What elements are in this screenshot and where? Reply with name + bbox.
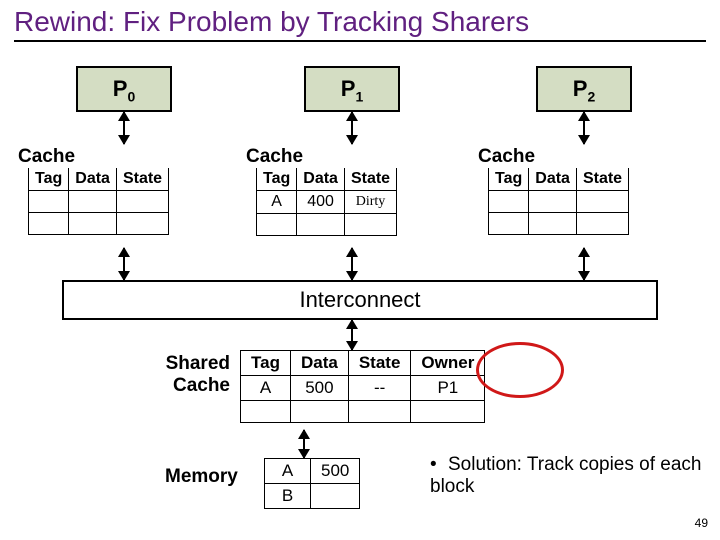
arrow-p0-interconnect (123, 248, 125, 280)
proc-p2-sub: 2 (587, 88, 595, 104)
slide-title: Rewind: Fix Problem by Tracking Sharers (14, 6, 706, 42)
arrow-interconnect-shared (351, 320, 353, 350)
cache-p0-r1-state (116, 213, 168, 235)
cache-p0-r0-state (116, 191, 168, 213)
proc-p1-letter: P (341, 76, 356, 101)
processor-p1: P1 (304, 66, 400, 112)
cache-p2-r0-state (576, 191, 628, 213)
shared-r1-owner (411, 401, 485, 423)
cache-p2-h-state: State (576, 168, 628, 191)
cache-p1-r1-state (344, 214, 396, 236)
cache-p1-r1-tag (257, 214, 297, 236)
highlight-owner-ellipse (476, 342, 564, 398)
cache-p1-r0-data: 400 (297, 191, 345, 214)
cache-p2-r1-tag (489, 213, 529, 235)
shared-cache-label-l1: Shared (166, 353, 230, 374)
shared-h-data: Data (290, 351, 348, 376)
interconnect-bar: Interconnect (62, 280, 658, 320)
shared-cache-label-l2: Cache (173, 375, 230, 396)
mem-r0-addr: A (265, 459, 311, 484)
shared-r0-owner: P1 (411, 376, 485, 401)
cache-p1-h-state: State (344, 168, 396, 191)
arrow-p1-cache (351, 112, 353, 144)
cache-p1-h-tag: Tag (257, 168, 297, 191)
cache-table-p0: TagDataState (28, 168, 169, 235)
cache-p0-h-data: Data (69, 168, 117, 191)
cache-p2-r1-state (576, 213, 628, 235)
bullet-text: Solution: Track copies of each block (430, 454, 701, 497)
processor-p2: P2 (536, 66, 632, 112)
cache-label-p0: Cache (18, 146, 75, 168)
processor-p0: P0 (76, 66, 172, 112)
cache-p1-r0-state: Dirty (344, 191, 396, 214)
arrow-p2-interconnect (583, 248, 585, 280)
cache-p1-r0-tag: A (257, 191, 297, 214)
cache-p0-h-state: State (116, 168, 168, 191)
bullet-point: •Solution: Track copies of each block (430, 454, 710, 498)
shared-h-state: State (348, 351, 411, 376)
shared-h-owner: Owner (411, 351, 485, 376)
arrow-shared-memory (303, 430, 305, 458)
cache-p0-r1-tag (29, 213, 69, 235)
bullet-dot-icon: • (430, 454, 448, 476)
shared-r1-tag (241, 401, 291, 423)
cache-p0-h-tag: Tag (29, 168, 69, 191)
cache-p2-r0-tag (489, 191, 529, 213)
shared-r1-data (290, 401, 348, 423)
cache-p1-h-data: Data (297, 168, 345, 191)
shared-h-tag: Tag (241, 351, 291, 376)
mem-r1-addr: B (265, 484, 311, 509)
memory-label: Memory (165, 466, 238, 488)
proc-p0-letter: P (113, 76, 128, 101)
slide-number: 49 (695, 516, 708, 530)
cache-p0-r0-data (69, 191, 117, 213)
proc-p0-sub: 0 (127, 88, 135, 104)
arrow-p1-interconnect (351, 248, 353, 280)
proc-p1-sub: 1 (355, 88, 363, 104)
shared-cache-table: Tag Data State Owner A 500 -- P1 (240, 350, 485, 423)
shared-r0-tag: A (241, 376, 291, 401)
cache-p0-r0-tag (29, 191, 69, 213)
cache-table-p1: TagDataState A400Dirty (256, 168, 397, 236)
mem-r0-data: 500 (311, 459, 360, 484)
arrow-p0-cache (123, 112, 125, 144)
shared-cache-label: Shared Cache (150, 353, 230, 397)
cache-p2-h-tag: Tag (489, 168, 529, 191)
cache-label-p2: Cache (478, 146, 535, 168)
shared-r0-data: 500 (290, 376, 348, 401)
cache-p1-r1-data (297, 214, 345, 236)
shared-r0-state: -- (348, 376, 411, 401)
shared-r1-state (348, 401, 411, 423)
memory-table: A500 B (264, 458, 360, 509)
cache-p2-r0-data (529, 191, 577, 213)
mem-r1-data (311, 484, 360, 509)
cache-table-p2: TagDataState (488, 168, 629, 235)
cache-p2-r1-data (529, 213, 577, 235)
arrow-p2-cache (583, 112, 585, 144)
cache-label-p1: Cache (246, 146, 303, 168)
cache-p2-h-data: Data (529, 168, 577, 191)
proc-p2-letter: P (573, 76, 588, 101)
cache-p0-r1-data (69, 213, 117, 235)
